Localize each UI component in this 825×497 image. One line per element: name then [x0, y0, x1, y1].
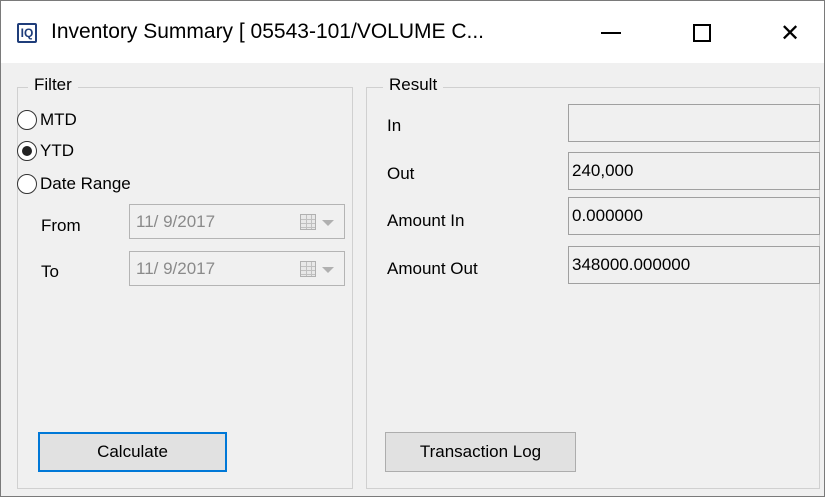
inventory-summary-window: IQ Inventory Summary [ 05543-101/VOLUME … — [0, 0, 825, 497]
to-label: To — [41, 262, 59, 281]
from-date-value: 11/ 9/2017 — [136, 212, 216, 231]
amount-out-value-field: 348000.000000 — [568, 246, 820, 284]
window-title: Inventory Summary [ 05543-101/VOLUME C..… — [51, 20, 485, 43]
out-label: Out — [387, 164, 415, 183]
app-logo-icon: IQ — [17, 23, 37, 43]
result-group: Result — [366, 75, 820, 489]
in-value-field — [568, 104, 820, 142]
from-date-picker[interactable]: 11/ 9/2017 — [129, 204, 345, 239]
calendar-icon — [300, 261, 316, 277]
minimize-button[interactable] — [582, 9, 640, 57]
radio-mtd-label: MTD — [40, 110, 77, 129]
chevron-down-icon[interactable] — [322, 267, 334, 273]
result-legend: Result — [383, 75, 444, 95]
chevron-down-icon[interactable] — [322, 220, 334, 226]
close-button[interactable]: ✕ — [761, 9, 819, 57]
radio-ytd[interactable]: YTD — [17, 139, 74, 163]
amount-in-label: Amount In — [387, 211, 465, 230]
radio-date-range-label: Date Range — [40, 174, 131, 193]
transaction-log-button[interactable]: Transaction Log — [385, 432, 576, 472]
radio-date-range[interactable]: Date Range — [17, 172, 131, 196]
radio-ytd-label: YTD — [40, 141, 74, 160]
radio-mtd-circle[interactable] — [17, 110, 37, 130]
radio-date-range-circle[interactable] — [17, 174, 37, 194]
to-date-picker[interactable]: 11/ 9/2017 — [129, 251, 345, 286]
in-label: In — [387, 116, 402, 135]
filter-legend: Filter — [28, 75, 78, 95]
title-bar[interactable]: IQ Inventory Summary [ 05543-101/VOLUME … — [1, 1, 824, 63]
amount-out-label: Amount Out — [387, 259, 478, 278]
from-label: From — [41, 216, 81, 235]
radio-ytd-circle[interactable] — [17, 141, 37, 161]
radio-mtd[interactable]: MTD — [17, 108, 77, 132]
calendar-icon — [300, 214, 316, 230]
amount-in-value-field: 0.000000 — [568, 197, 820, 235]
out-value-field: 240,000 — [568, 152, 820, 190]
calculate-button[interactable]: Calculate — [38, 432, 227, 472]
maximize-button[interactable] — [673, 9, 731, 57]
close-icon: ✕ — [779, 19, 801, 47]
to-date-value: 11/ 9/2017 — [136, 259, 216, 278]
